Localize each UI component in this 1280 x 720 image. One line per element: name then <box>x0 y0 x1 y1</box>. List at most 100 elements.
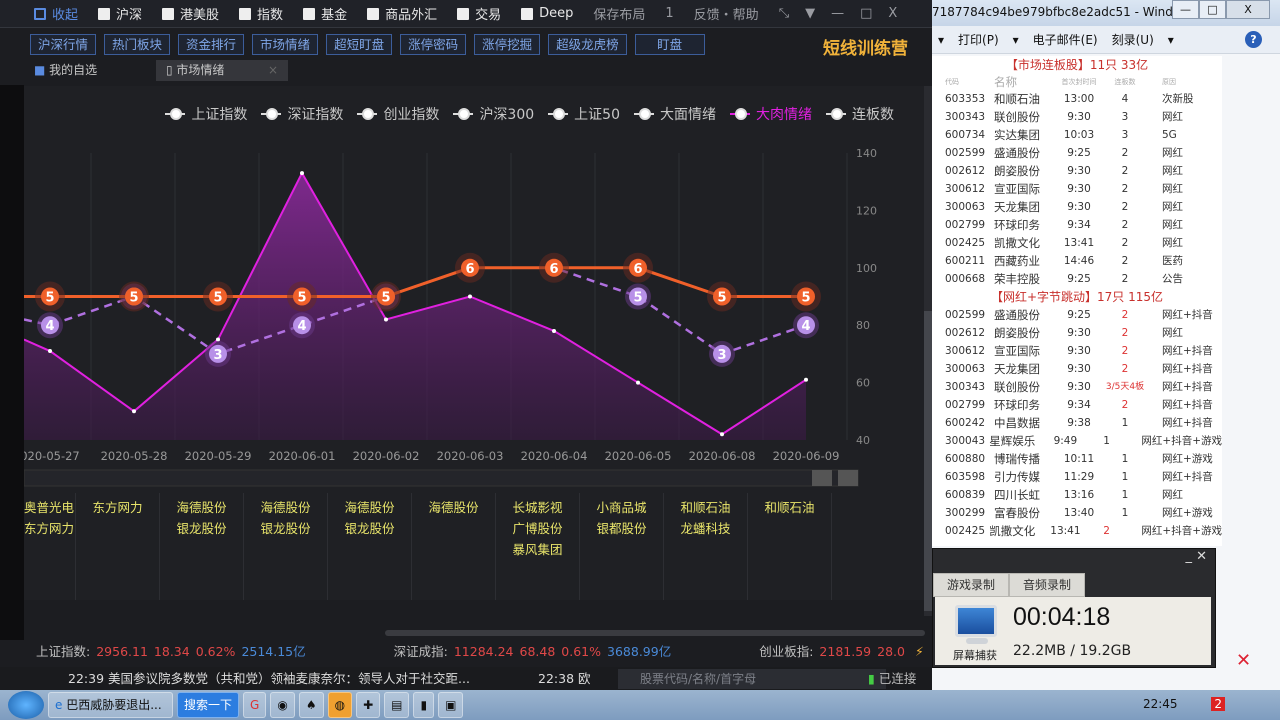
nav-button[interactable]: 涨停密码 <box>400 34 467 55</box>
taskbar-search[interactable]: 搜索一下 <box>177 692 240 718</box>
close-icon[interactable]: × <box>268 60 278 81</box>
menu-dollar[interactable]: 港美股 <box>162 4 219 23</box>
app-icon[interactable]: ◉ <box>270 692 295 718</box>
minimize-icon[interactable]: — <box>831 6 844 21</box>
menu-search[interactable]: Deep <box>521 6 573 21</box>
taskbar-browser[interactable]: e 巴西威胁要退出... <box>48 692 173 718</box>
app-icon[interactable]: ✚ <box>356 692 381 718</box>
stock-columns: 奥普光电 东方网力 东方网力 海德股份 银龙股份 海德股份 银龙股份 海德股份 银龙股份 海德股份… <box>24 493 849 600</box>
start-button[interactable] <box>8 691 44 719</box>
menu-chart[interactable]: 沪深 <box>98 4 142 23</box>
news-item[interactable]: 22:39 美国参议院多数党（共和党）领袖麦康奈尔：领导人对于社交距... <box>68 671 470 686</box>
app-icon[interactable]: ▮ <box>413 692 435 718</box>
close-button[interactable]: ✕ <box>1196 549 1207 564</box>
cell: 5G <box>1162 129 1177 141</box>
stock-name[interactable]: 龙蟠科技 <box>664 518 747 539</box>
shrink-icon[interactable]: ⤡ <box>779 6 789 21</box>
nav-button[interactable]: 超级龙虎榜 <box>548 34 627 55</box>
close-icon[interactable]: ✕ <box>1236 650 1251 671</box>
table-row: 603598 引力传媒 11:29 1 网红+抖音 <box>932 468 1222 486</box>
stock-name[interactable]: 海德股份 <box>244 497 327 518</box>
help-icon[interactable]: ? <box>1245 31 1262 48</box>
email-menu[interactable]: 电子邮件(E) <box>1033 31 1098 48</box>
app-icon[interactable]: G <box>243 692 267 718</box>
stock-name[interactable]: 广博股份 <box>496 518 579 539</box>
tab-market-sentiment[interactable]: ▯ 市场情绪 × <box>156 60 288 81</box>
stock-name[interactable]: 和顺石油 <box>748 497 831 518</box>
bolt-icon[interactable]: ⚡ <box>915 644 924 659</box>
table-row: 002612 朗姿股份 9:30 2 网红 <box>932 324 1222 342</box>
legend-item[interactable]: 连板数 <box>826 104 894 124</box>
stock-name[interactable]: 银都股份 <box>580 518 663 539</box>
horizontal-scrollbar[interactable] <box>385 630 925 636</box>
stock-name[interactable]: 银龙股份 <box>244 518 327 539</box>
burn-menu[interactable]: 刻录(U) <box>1112 31 1154 48</box>
menu-pause[interactable]: 交易 <box>457 4 501 23</box>
cell: 星辉娱乐 <box>989 434 1036 448</box>
tab-watchlist[interactable]: ■ 我的自选 <box>24 60 156 81</box>
table-row: 600211 西藏药业 14:46 2 医药 <box>932 252 1222 270</box>
legend-item[interactable]: 大肉情绪 <box>730 104 812 124</box>
menu-bar[interactable]: 指数 <box>239 4 283 23</box>
legend-item[interactable]: 大面情绪 <box>634 104 716 124</box>
legend-item[interactable]: 上证指数 <box>165 104 247 124</box>
nav-button[interactable]: 涨停挖掘 <box>474 34 541 55</box>
stock-name[interactable]: 海德股份 <box>412 497 495 518</box>
nav-button[interactable]: 热门板块 <box>104 34 171 55</box>
vertical-scrollbar[interactable] <box>924 86 932 616</box>
stock-name[interactable]: 暴风集团 <box>496 539 579 560</box>
close-button[interactable]: X <box>1226 0 1270 19</box>
tab-audio-record[interactable]: 音频录制 <box>1009 573 1085 597</box>
legend-item[interactable]: 沪深300 <box>453 104 534 124</box>
stock-name[interactable]: 银龙股份 <box>328 518 411 539</box>
nav-button[interactable]: 资金排行 <box>178 34 245 55</box>
help-link[interactable]: 反馈・帮助 <box>694 4 759 23</box>
cell: 002599 <box>945 309 986 321</box>
menu-label: 港美股 <box>180 8 220 23</box>
print-menu[interactable]: 打印(P) <box>958 31 999 48</box>
cell: 300612 <box>945 183 986 195</box>
menu-up[interactable]: 基金 <box>303 4 347 23</box>
close-icon[interactable]: X <box>888 6 897 21</box>
nav-button[interactable]: 市场情绪 <box>252 34 319 55</box>
clock[interactable]: 22:45 <box>1143 697 1178 711</box>
menu-diamond[interactable]: 商品外汇 <box>367 4 437 23</box>
stock-search-input[interactable]: 股票代码/名称/首字母 <box>618 669 886 689</box>
app-icon[interactable]: ♠ <box>298 692 324 718</box>
stock-name[interactable]: 长城影视 <box>496 497 579 518</box>
legend-item[interactable]: 创业指数 <box>357 104 439 124</box>
legend-item[interactable]: 上证50 <box>548 104 620 124</box>
doc-icon[interactable]: ▤ <box>384 692 410 718</box>
legend-item[interactable]: 深证指数 <box>261 104 343 124</box>
minimize-button[interactable]: — <box>1172 0 1199 19</box>
stock-name[interactable]: 东方网力 <box>24 518 75 539</box>
legend-label: 沪深300 <box>479 107 535 123</box>
stock-name[interactable]: 和顺石油 <box>664 497 747 518</box>
notification-badge[interactable]: 2 <box>1211 697 1225 711</box>
nav-button[interactable]: 沪深行情 <box>30 34 97 55</box>
menu-collapse[interactable]: 收起 <box>34 4 78 23</box>
nav-button[interactable]: 盯盘 <box>634 34 705 55</box>
stock-name[interactable]: 银龙股份 <box>160 518 243 539</box>
tab-game-record[interactable]: 游戏录制 <box>933 573 1009 597</box>
wechat-icon[interactable]: ◍ <box>327 692 353 718</box>
dropdown-icon[interactable]: ▼ <box>805 6 815 21</box>
app-icon[interactable]: ▣ <box>438 692 464 718</box>
maximize-icon[interactable]: □ <box>860 6 872 21</box>
stock-name[interactable]: 小商品城 <box>580 497 663 518</box>
stock-name[interactable]: 海德股份 <box>328 497 411 518</box>
nav-button[interactable]: 超短盯盘 <box>326 34 393 55</box>
badge[interactable]: 1 <box>665 6 673 21</box>
cell: 603598 <box>945 471 986 483</box>
stock-name[interactable]: 东方网力 <box>76 497 159 518</box>
cell: 9:25 <box>1067 309 1091 321</box>
cell: 002612 <box>945 165 986 177</box>
stock-name[interactable]: 奥普光电 <box>24 497 75 518</box>
cell: 1 <box>1121 471 1129 483</box>
minimize-button[interactable]: _ <box>1185 549 1196 564</box>
save-layout-button[interactable]: 保存布局 <box>593 4 645 23</box>
legend-label: 大面情绪 <box>660 107 716 123</box>
stock-name[interactable]: 海德股份 <box>160 497 243 518</box>
monitor-icon[interactable] <box>955 605 997 644</box>
maximize-button[interactable]: □ <box>1199 0 1226 19</box>
